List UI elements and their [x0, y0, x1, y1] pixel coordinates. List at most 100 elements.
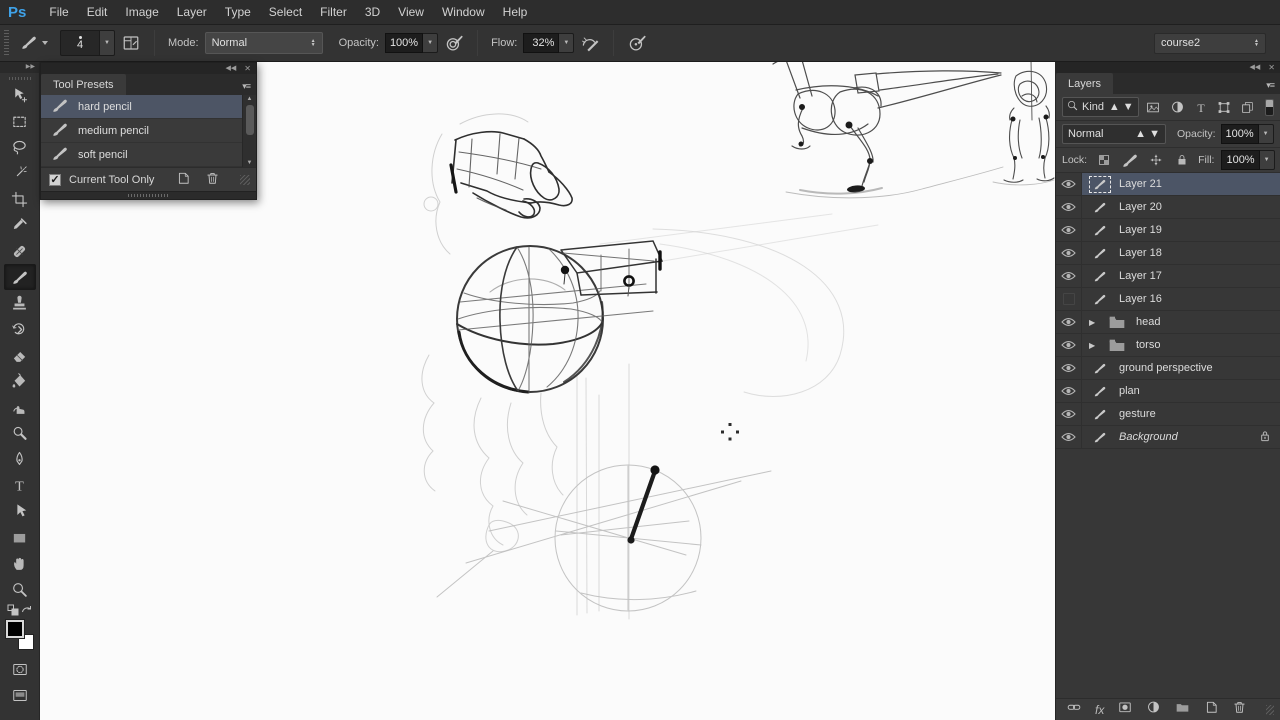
marquee-tool[interactable] [4, 108, 36, 134]
clone-stamp-tool[interactable] [4, 290, 36, 316]
visibility-toggle[interactable] [1056, 173, 1082, 195]
visibility-toggle[interactable] [1056, 357, 1082, 379]
layer-row-torso[interactable]: ▶ torso [1056, 334, 1280, 357]
layer-name[interactable]: head [1136, 316, 1160, 328]
layer-row-layer-17[interactable]: Layer 17 [1056, 265, 1280, 288]
panel-menu-icon[interactable]: ▾≡ [242, 81, 256, 95]
layer-row-layer-21[interactable]: Layer 21 [1056, 173, 1280, 196]
close-panel-icon[interactable]: ✕ [1268, 62, 1275, 73]
toggle-brush-panel-button[interactable] [118, 31, 144, 55]
tool-preset-picker[interactable] [16, 31, 52, 56]
lock-position-icon[interactable] [1146, 152, 1165, 169]
workspace-select[interactable]: course2 ▲ ▼ [1154, 32, 1266, 54]
lock-transparency-icon[interactable] [1094, 152, 1113, 169]
layer-blend-mode-select[interactable]: Normal ▲ ▼ [1062, 124, 1166, 144]
add-mask-icon[interactable] [1117, 700, 1133, 719]
current-tool-only-checkbox[interactable]: ✓ [49, 173, 61, 186]
layer-thumbnail[interactable] [1089, 199, 1111, 216]
shape-tool[interactable] [4, 524, 36, 550]
new-layer-icon[interactable] [1204, 700, 1219, 719]
brush-size-dropdown-button[interactable]: ▼ [100, 30, 115, 56]
layer-thumbnail[interactable] [1089, 429, 1111, 446]
menu-item-type[interactable]: Type [216, 1, 260, 23]
link-layers-icon[interactable] [1066, 700, 1082, 719]
expand-group-icon[interactable]: ▶ [1089, 341, 1098, 350]
scrollbar[interactable]: ▲ ▼ [242, 95, 256, 167]
visibility-toggle[interactable] [1056, 403, 1082, 425]
blend-mode-select[interactable]: Normal ▲ ▼ [204, 32, 323, 54]
new-group-icon[interactable] [1174, 700, 1191, 719]
delete-layer-icon[interactable] [1232, 700, 1247, 719]
visibility-toggle[interactable] [1056, 288, 1082, 310]
path-selection-tool[interactable] [4, 498, 36, 524]
type-tool[interactable]: T [4, 472, 36, 498]
layer-row-background[interactable]: Background [1056, 426, 1280, 449]
toolbar-grip-handle[interactable] [8, 77, 31, 80]
layer-thumbnail[interactable] [1089, 268, 1111, 285]
paint-bucket-tool[interactable] [4, 368, 36, 394]
layer-thumbnail[interactable] [1089, 245, 1111, 262]
crop-tool[interactable] [4, 186, 36, 212]
type-filter-icon[interactable]: T [1192, 99, 1210, 116]
panel-drag-handle[interactable] [41, 191, 256, 199]
layer-fill-control[interactable]: 100% ▼ [1221, 150, 1275, 170]
layer-thumbnail[interactable] [1089, 222, 1111, 239]
tab-tool-presets[interactable]: Tool Presets [41, 74, 126, 95]
layer-name[interactable]: torso [1136, 339, 1160, 351]
smart-object-filter-icon[interactable] [1239, 99, 1257, 116]
history-brush-tool[interactable] [4, 316, 36, 342]
collapse-panel-icon[interactable]: ◀◀ [226, 63, 237, 74]
layer-name[interactable]: Layer 20 [1119, 201, 1162, 213]
color-swatches[interactable] [4, 619, 34, 650]
magic-wand-tool[interactable] [4, 160, 36, 186]
new-preset-icon[interactable] [176, 171, 191, 188]
hand-tool[interactable] [4, 550, 36, 576]
visibility-toggle[interactable] [1056, 311, 1082, 333]
tool-preset-item[interactable]: soft pencil [41, 143, 256, 167]
layer-row-ground-perspective[interactable]: ground perspective [1056, 357, 1280, 380]
layer-thumbnail[interactable] [1089, 406, 1111, 423]
move-tool[interactable] [4, 82, 36, 108]
lock-all-icon[interactable] [1172, 152, 1191, 169]
collapse-panel-icon[interactable]: ▶▶ [0, 62, 39, 73]
options-grip-handle[interactable] [3, 30, 10, 56]
close-panel-icon[interactable]: ✕ [244, 63, 251, 74]
pen-tool[interactable] [4, 446, 36, 472]
visibility-toggle[interactable] [1056, 196, 1082, 218]
layer-name[interactable]: Layer 16 [1119, 293, 1162, 305]
tool-preset-item[interactable]: medium pencil [41, 119, 256, 143]
menu-item-3d[interactable]: 3D [356, 1, 389, 23]
layer-row-layer-20[interactable]: Layer 20 [1056, 196, 1280, 219]
layer-thumbnail[interactable] [1089, 291, 1111, 308]
pressure-size-button[interactable] [624, 31, 650, 55]
swap-colors-control[interactable] [7, 604, 33, 616]
panel-menu-icon[interactable]: ▾≡ [1266, 80, 1280, 94]
flow-control[interactable]: 32% ▼ [523, 33, 575, 53]
trash-icon[interactable] [205, 171, 220, 188]
visibility-toggle[interactable] [1056, 242, 1082, 264]
layer-name[interactable]: Layer 17 [1119, 270, 1162, 282]
collapse-panel-icon[interactable]: ◀◀ [1250, 62, 1261, 73]
resize-grip[interactable] [1266, 704, 1274, 715]
menu-item-view[interactable]: View [389, 1, 433, 23]
layer-row-plan[interactable]: plan [1056, 380, 1280, 403]
layer-thumbnail[interactable] [1089, 360, 1111, 377]
filter-toggle-switch[interactable] [1264, 98, 1275, 116]
group-folder-icon[interactable] [1106, 337, 1128, 354]
layer-styles-icon[interactable]: fx [1095, 703, 1104, 717]
visibility-toggle[interactable] [1056, 380, 1082, 402]
layer-name[interactable]: ground perspective [1119, 362, 1213, 374]
quick-mask-button[interactable] [4, 656, 36, 682]
healing-brush-tool[interactable] [4, 238, 36, 264]
lock-pixels-icon[interactable] [1120, 152, 1139, 169]
eraser-tool[interactable] [4, 342, 36, 368]
tab-layers[interactable]: Layers [1056, 73, 1114, 94]
layer-row-head[interactable]: ▶ head [1056, 311, 1280, 334]
smudge-tool[interactable] [4, 394, 36, 420]
zoom-tool[interactable] [4, 576, 36, 602]
menu-item-image[interactable]: Image [116, 1, 167, 23]
layer-row-layer-16[interactable]: Layer 16 [1056, 288, 1280, 311]
airbrush-button[interactable] [577, 31, 603, 55]
menu-item-help[interactable]: Help [494, 1, 537, 23]
menu-item-filter[interactable]: Filter [311, 1, 356, 23]
